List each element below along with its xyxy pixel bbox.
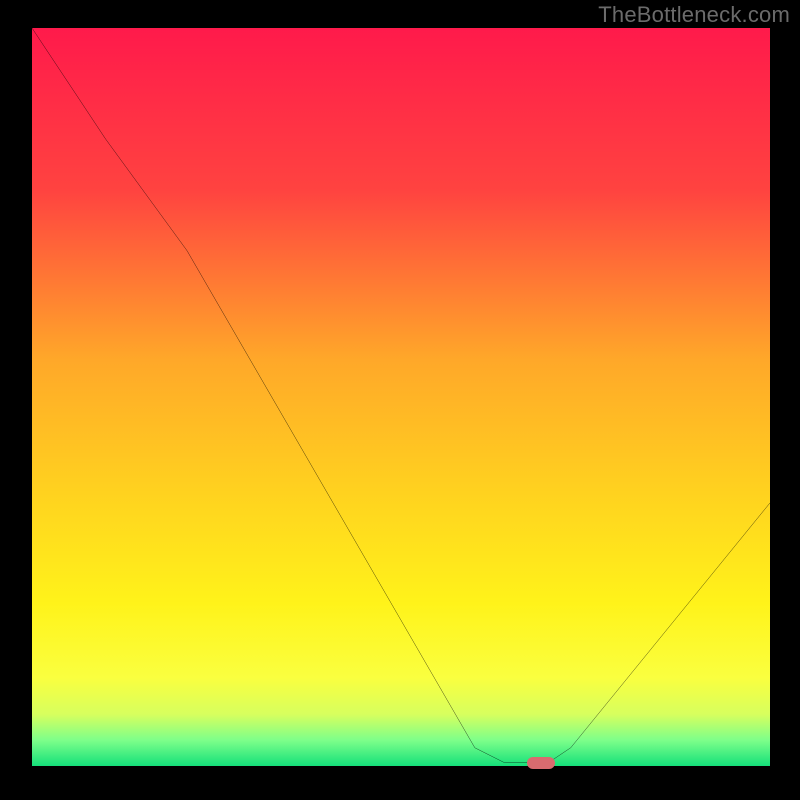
plot-area: [32, 28, 770, 770]
bottleneck-marker: [527, 757, 555, 769]
bottleneck-curve: [32, 28, 770, 770]
watermark-text: TheBottleneck.com: [598, 2, 790, 28]
chart-frame: TheBottleneck.com: [0, 0, 800, 800]
